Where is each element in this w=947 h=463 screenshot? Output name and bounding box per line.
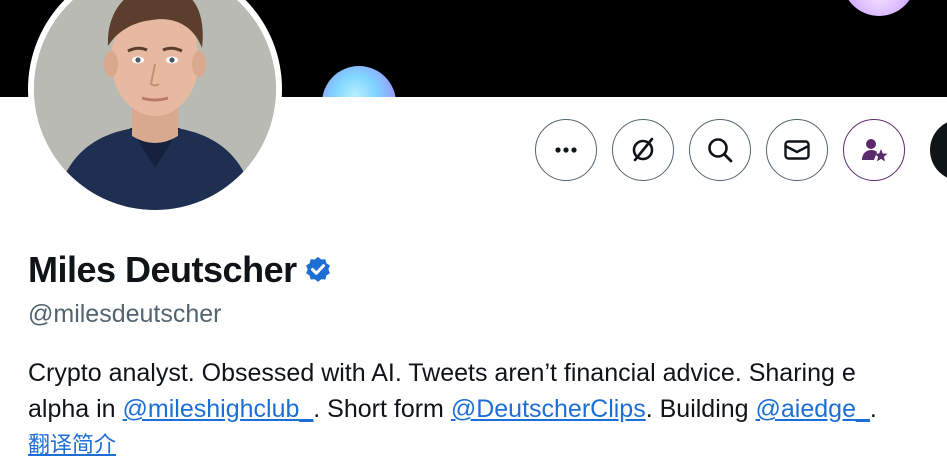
profile-bio: Crypto analyst. Obsessed with AI. Tweets… bbox=[28, 355, 947, 427]
bio-text: . Short form bbox=[313, 395, 451, 423]
bio-text: alpha in bbox=[28, 395, 123, 423]
profile-page: Miles Deutscher @milesdeutscher Crypto a… bbox=[0, 0, 947, 463]
user-handle: @milesdeutscher bbox=[28, 300, 222, 328]
envelope-icon bbox=[784, 140, 810, 160]
display-name: Miles Deutscher bbox=[28, 249, 297, 290]
name-row: Miles Deutscher bbox=[28, 250, 333, 290]
search-button[interactable] bbox=[689, 119, 751, 181]
mention-link-aiedge[interactable]: @aiedge_ bbox=[756, 395, 870, 423]
mention-link-deutscherclips[interactable]: @DeutscherClips bbox=[451, 395, 646, 423]
bio-line-2: alpha in @mileshighclub_. Short form @De… bbox=[28, 391, 947, 427]
avatar-portrait-illustration bbox=[34, 0, 276, 210]
search-icon bbox=[708, 138, 733, 163]
banner-orb-right bbox=[842, 0, 916, 16]
bio-line-1: Crypto analyst. Obsessed with AI. Tweets… bbox=[28, 359, 856, 387]
more-button[interactable] bbox=[535, 119, 597, 181]
message-button[interactable] bbox=[766, 119, 828, 181]
profile-avatar[interactable] bbox=[28, 0, 282, 216]
profile-actions bbox=[535, 119, 905, 181]
translate-bio-link[interactable]: 翻译简介 bbox=[28, 430, 116, 460]
subscribe-icon bbox=[862, 139, 888, 162]
banner-orb-left bbox=[322, 66, 396, 97]
grok-icon bbox=[632, 137, 654, 162]
bio-text: . bbox=[869, 395, 877, 423]
more-icon bbox=[555, 147, 577, 153]
bio-text: . Building bbox=[645, 395, 756, 423]
verified-badge-icon[interactable] bbox=[303, 255, 333, 285]
mention-link-mileshighclub[interactable]: @mileshighclub_ bbox=[123, 395, 314, 423]
grok-button[interactable] bbox=[612, 119, 674, 181]
subscribe-button[interactable] bbox=[843, 119, 905, 181]
follow-button[interactable] bbox=[930, 119, 947, 181]
avatar-photo bbox=[34, 0, 276, 210]
